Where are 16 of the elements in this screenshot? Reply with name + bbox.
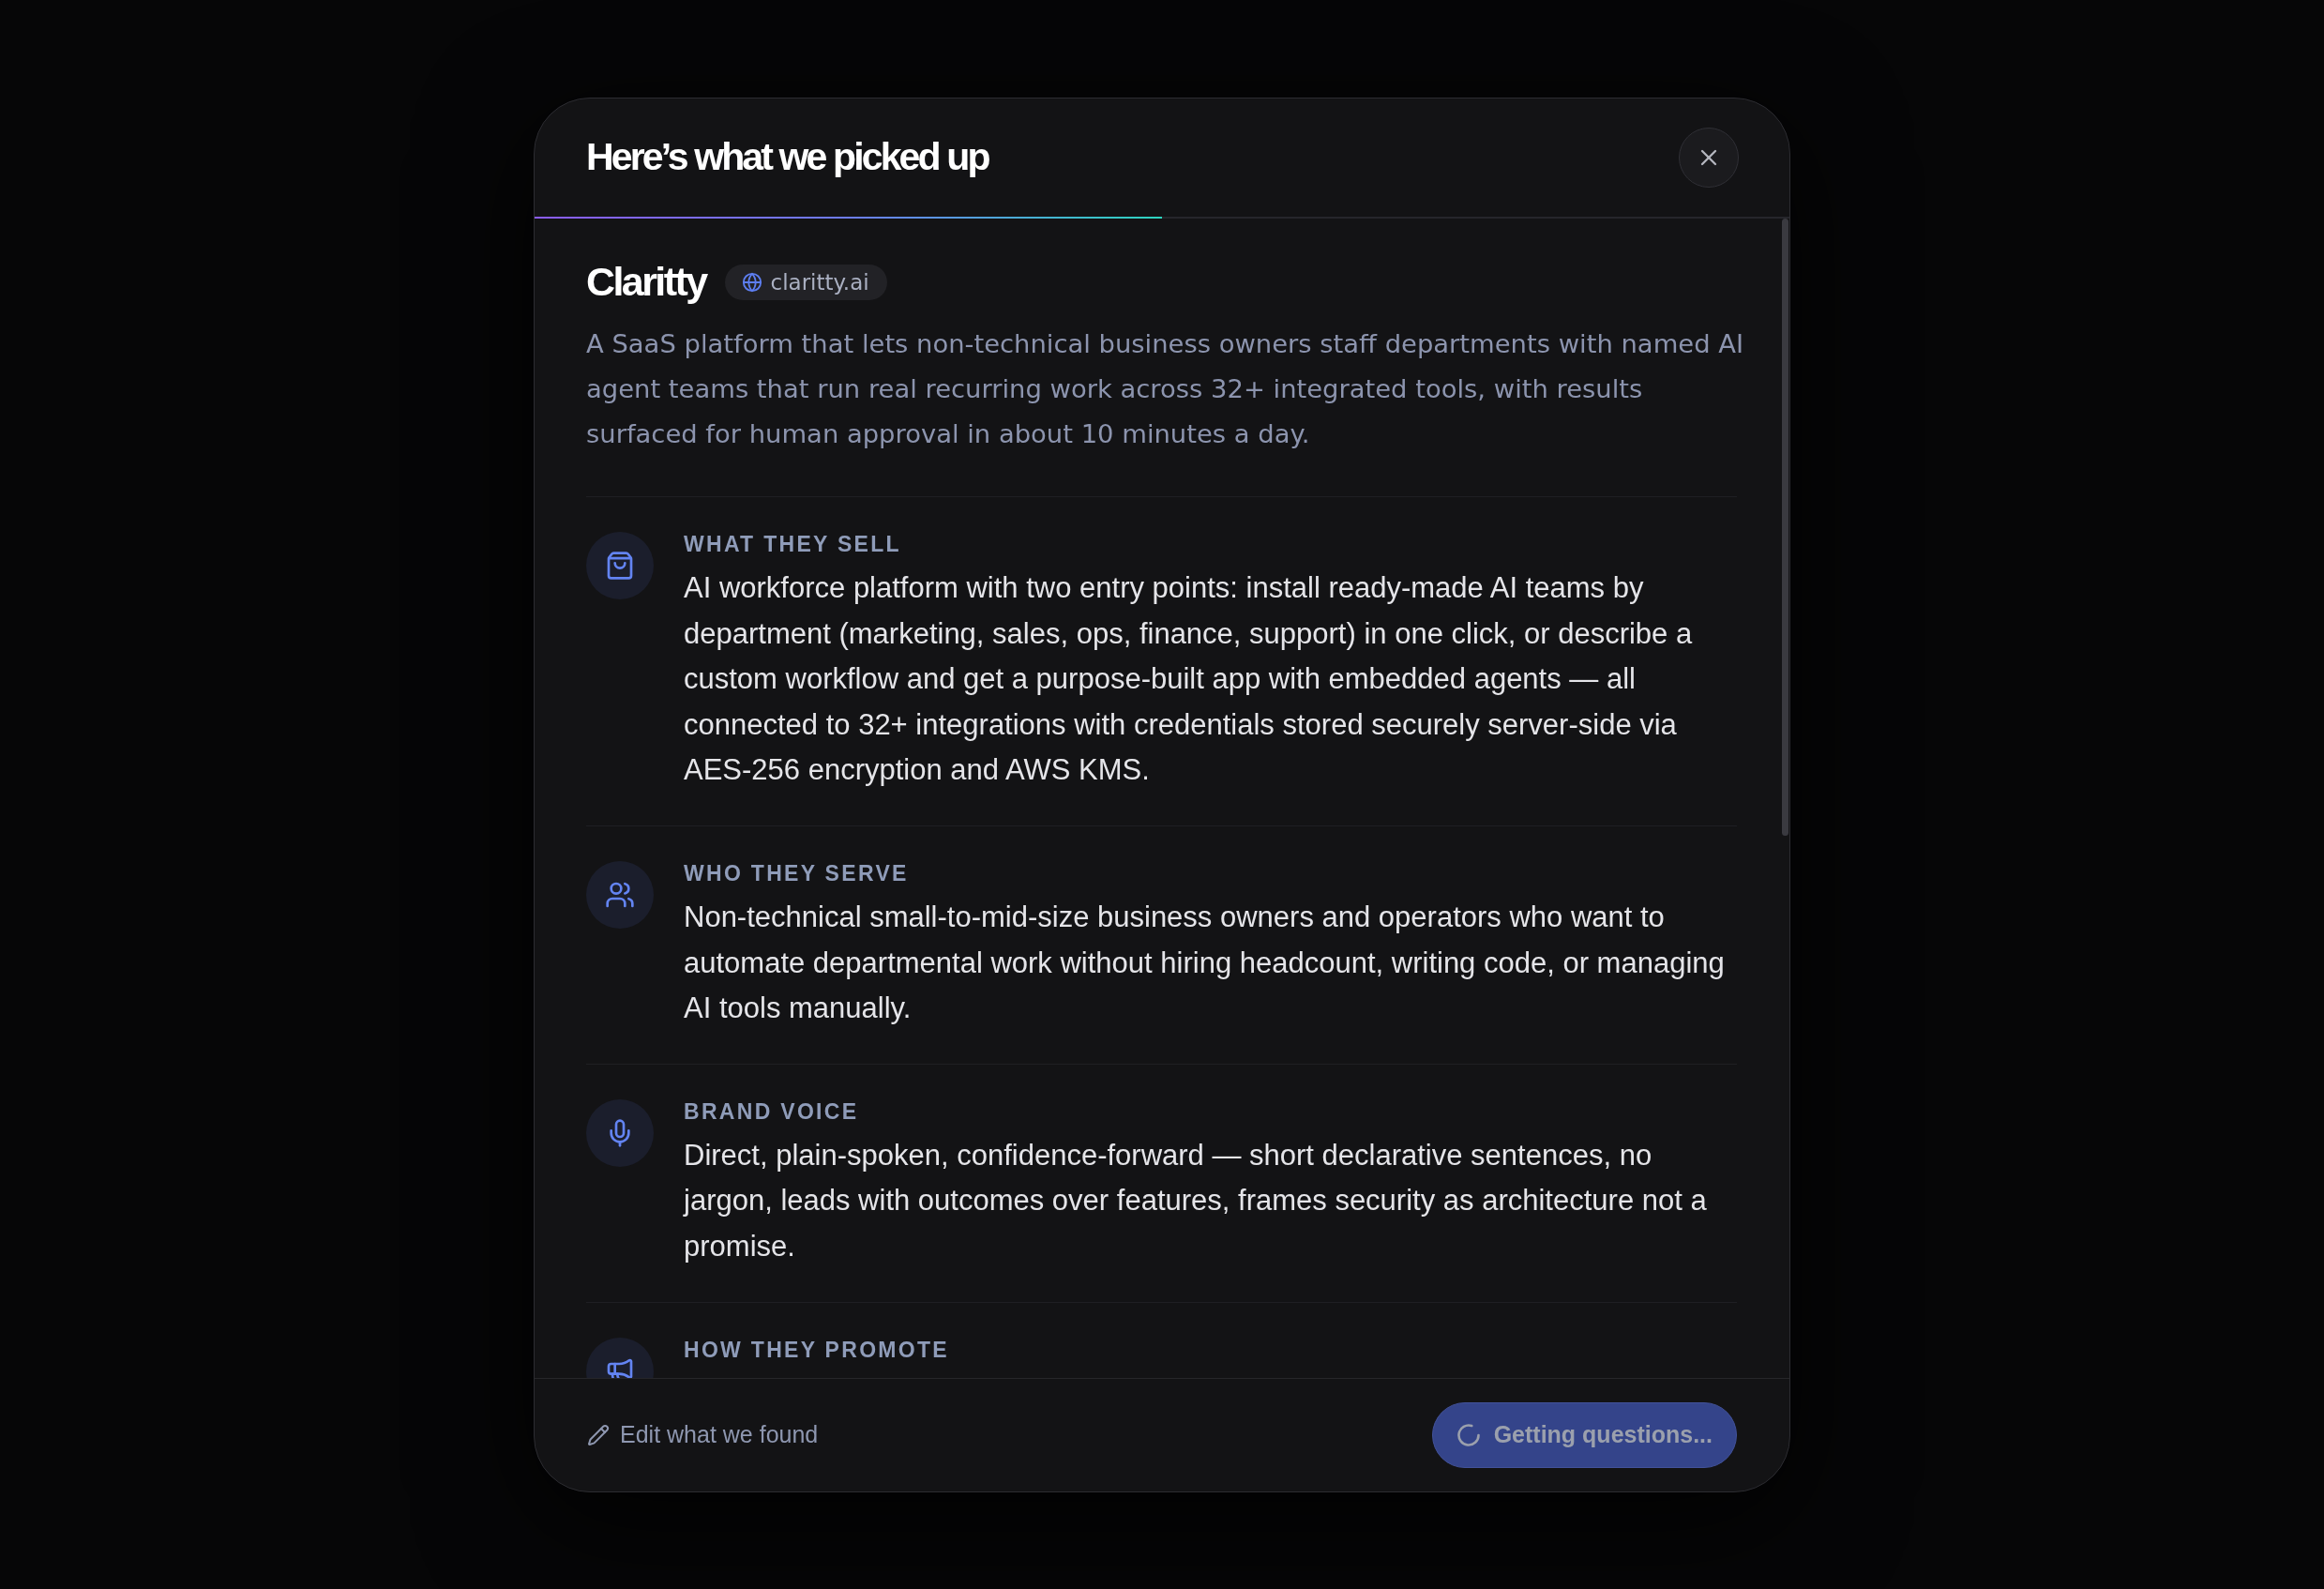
section-label: BRAND VOICE	[684, 1097, 860, 1126]
edit-link[interactable]: Edit what we found	[587, 1421, 819, 1448]
company-description: A SaaS platform that lets non-technical business owners staff departments with named AI agent teams that run real recurring work across 32+ integrated tools, with results surfaced for human approval in about 10 minutes a day.	[586, 327, 1745, 450]
section-text: AI workforce platform with two entry points: install ready-made AI teams by department (marketing, sales, ops, finance, support) in one click, or describe a custom workflow and get a purpose-built app with embedded agents — all connected to 32+ integrations with credentials stored securely server-side via AES-256 encryption and AWS KMS.	[684, 570, 1694, 789]
section-label: HOW THEY PROMOTE	[684, 1336, 950, 1364]
company-name: Claritty	[586, 259, 706, 305]
section-text: Direct, plain-spoken, confidence-forward — short declarative sentences, no jargon, leads with outcomes over features, frames security as architecture not a promise.	[684, 1137, 1708, 1265]
scrollbar-thumb[interactable]	[1782, 218, 1788, 836]
dialog-title: Here’s what we picked up	[586, 133, 988, 180]
spinner-icon	[1455, 1421, 1482, 1448]
section-label: WHO THEY SERVE	[684, 860, 910, 888]
section-text: Non-technical small-to-mid-size business owners and operators who want to automate departmental work without hiring headcount, writing code, or managing AI tools manually.	[684, 900, 1726, 1027]
pencil-icon	[587, 1423, 610, 1446]
section-label: WHAT THEY SELL	[684, 531, 902, 559]
globe-icon	[741, 271, 762, 293]
domain-link[interactable]: claritty.ai	[724, 264, 887, 300]
